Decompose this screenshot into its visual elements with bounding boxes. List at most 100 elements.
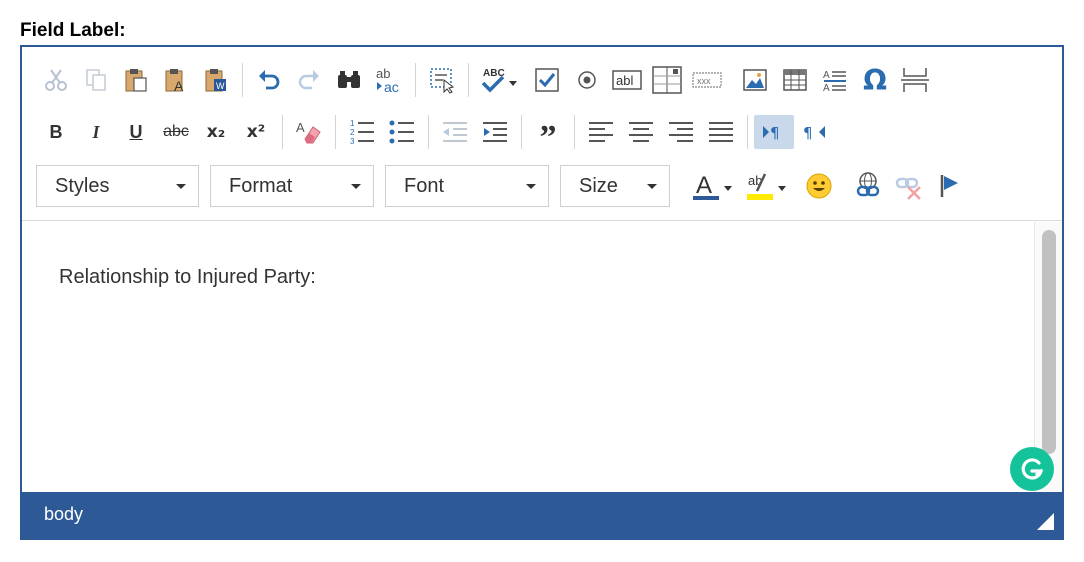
remove-format-button[interactable]: A [289,115,329,149]
subscript-button[interactable]: x₂ [196,115,236,149]
radio-button[interactable] [567,63,607,97]
unlink-button[interactable] [889,169,929,203]
blockquote-button[interactable]: ” [528,115,568,155]
rtl-icon: ¶ [803,124,825,142]
resize-handle-icon[interactable] [1037,513,1054,530]
table-button[interactable] [775,63,815,97]
numbered-list-icon: 1 2 3 [350,119,374,146]
size-dropdown[interactable]: Size [560,165,670,207]
insert-link-button[interactable] [849,169,889,203]
text-color-icon: A [693,172,732,200]
replace-button[interactable]: ab ac [369,63,409,97]
svg-text:xxx: xxx [697,76,711,86]
toolbar-separator [574,115,575,149]
chevron-down-icon [176,183,186,189]
rich-text-editor: A W ab ac ABC abl xxx A A Ω B I U abc x₂… [20,45,1064,540]
hidden-field-icon: xxx [692,72,722,88]
size-dropdown-label: Size [579,174,618,197]
svg-text:ac: ac [384,79,399,94]
paste-text-icon: A [165,69,184,93]
italic-button[interactable]: I [76,115,116,149]
background-color-button[interactable]: ab [741,169,795,203]
justify-button[interactable] [701,115,741,149]
special-char-button[interactable]: Ω [855,63,895,97]
svg-text:W: W [216,81,225,91]
undo-button[interactable] [249,63,289,97]
bold-icon: B [49,121,63,142]
page-break-button[interactable] [895,63,935,97]
editor-content-area[interactable]: Relationship to Injured Party: [22,222,1034,492]
italic-icon: I [92,121,100,142]
superscript-icon: x² [246,122,266,142]
svg-text:A: A [823,70,830,81]
bold-button[interactable]: B [36,115,76,149]
rtl-direction-button[interactable]: ¶ [794,115,834,149]
unlink-icon [895,177,921,200]
chevron-down-icon [351,183,361,189]
textfield-icon: abl [612,70,642,90]
copy-icon [86,69,106,91]
undo-icon [259,70,280,90]
replace-icon: ab ac [376,66,399,94]
binoculars-icon [338,71,360,88]
omega-icon: Ω [863,63,887,97]
align-center-button[interactable] [621,115,661,149]
strikethrough-button[interactable]: abc [156,115,196,149]
cut-button[interactable] [36,63,76,97]
ltr-icon: ¶ [763,124,780,142]
checkbox-button[interactable] [527,63,567,97]
field-label: Field Label: [20,20,126,41]
toolbar-row-2: B I U abc x₂ x² A 1 2 3 ” ¶ ¶ [36,115,834,155]
horizontal-rule-button[interactable]: A A [815,63,855,97]
flag-icon [940,175,958,197]
numbered-list-button[interactable]: 1 2 3 [342,115,382,149]
styles-dropdown[interactable]: Styles [36,165,199,207]
toolbar-separator [282,115,283,149]
outdent-button[interactable] [435,115,475,149]
paste-text-button[interactable]: A [156,63,196,97]
bulleted-list-icon [389,120,414,144]
redo-button[interactable] [289,63,329,97]
justify-icon [709,122,733,142]
emoji-button[interactable] [799,169,839,203]
textarea-icon [652,66,682,94]
redo-icon [298,70,319,90]
indent-button[interactable] [475,115,515,149]
align-right-button[interactable] [661,115,701,149]
underline-button[interactable]: U [116,115,156,149]
chevron-down-icon [526,183,536,189]
element-path[interactable]: body [44,504,83,525]
copy-button[interactable] [76,63,116,97]
format-dropdown[interactable]: Format [210,165,374,207]
select-all-button[interactable] [422,63,462,97]
bulleted-list-button[interactable] [382,115,422,149]
scissors-icon [45,69,67,91]
checkbox-icon [535,68,559,92]
link-icon [856,172,880,197]
font-dropdown[interactable]: Font [385,165,549,207]
svg-text:A: A [696,172,712,199]
textfield-button[interactable]: abl [607,63,647,97]
hidden-field-button[interactable]: xxx [687,63,727,97]
strikethrough-icon: abc [163,123,189,140]
find-button[interactable] [329,63,369,97]
image-button[interactable] [735,63,775,97]
textarea-button[interactable] [647,63,687,97]
align-left-button[interactable] [581,115,621,149]
spellcheck-button[interactable]: ABC [475,63,527,97]
ltr-direction-button[interactable]: ¶ [754,115,794,149]
grammarly-icon [1021,458,1044,480]
clipboard-icon [125,69,147,92]
text-color-button[interactable]: A [687,169,741,203]
grammarly-button[interactable] [1010,447,1054,491]
styles-dropdown-label: Styles [55,174,110,197]
align-right-icon [669,122,693,142]
paste-word-button[interactable]: W [196,63,236,97]
toolbar-separator [468,63,469,97]
indent-icon [483,122,507,142]
scrollbar-thumb[interactable] [1042,230,1056,454]
editor-statusbar: body [22,492,1062,538]
anchor-button[interactable] [929,169,969,203]
superscript-button[interactable]: x² [236,115,276,149]
paste-button[interactable] [116,63,156,97]
